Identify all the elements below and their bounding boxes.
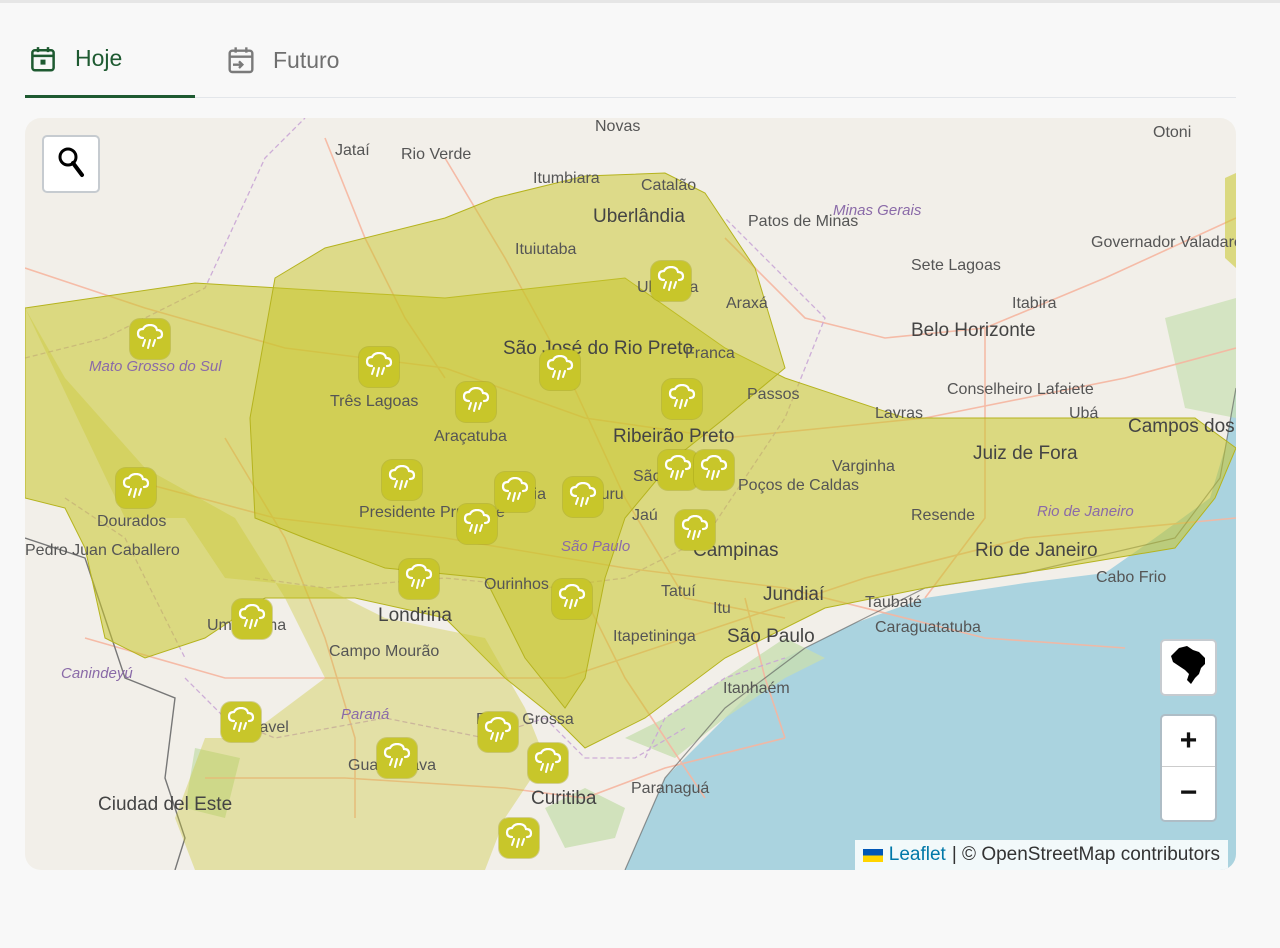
- rain-cloud-icon: [365, 351, 393, 383]
- search-icon: [57, 146, 85, 183]
- rain-cloud-icon: [463, 508, 491, 540]
- tab-futuro-label: Futuro: [273, 46, 340, 73]
- rain-cloud-icon: [136, 323, 164, 355]
- rain-alert-marker[interactable]: [662, 379, 702, 419]
- rain-alert-marker[interactable]: [116, 468, 156, 508]
- rain-cloud-icon: [668, 383, 696, 415]
- rain-cloud-icon: [122, 472, 150, 504]
- rain-cloud-icon: [405, 563, 433, 595]
- rain-alert-marker[interactable]: [694, 450, 734, 490]
- rain-alert-marker[interactable]: [221, 702, 261, 742]
- rain-alert-marker[interactable]: [359, 347, 399, 387]
- rain-alert-marker[interactable]: [651, 261, 691, 301]
- tab-hoje-label: Hoje: [75, 45, 123, 71]
- period-tabs: Hoje Futuro: [25, 22, 1236, 98]
- map-base-layer: [25, 118, 1236, 870]
- rain-cloud-icon: [546, 354, 574, 386]
- top-divider: [0, 0, 1280, 3]
- weather-alert-map[interactable]: Novas Otoni Jataí Rio Verde Itumbiara Catalão…: [25, 118, 1236, 870]
- rain-cloud-icon: [388, 464, 416, 496]
- rain-alert-marker[interactable]: [232, 599, 272, 639]
- rain-cloud-icon: [569, 481, 597, 513]
- rain-alert-marker[interactable]: [495, 472, 535, 512]
- rain-alert-marker[interactable]: [499, 818, 539, 858]
- rain-alert-marker[interactable]: [377, 738, 417, 778]
- map-attribution: Leaflet | © OpenStreetMap contributors: [854, 840, 1228, 870]
- zoom-in-button[interactable]: +: [1162, 716, 1215, 767]
- zoom-out-button[interactable]: −: [1162, 767, 1215, 818]
- rain-alert-marker[interactable]: [563, 477, 603, 517]
- rain-cloud-icon: [238, 603, 266, 635]
- rain-alert-marker[interactable]: [675, 510, 715, 550]
- rain-cloud-icon: [462, 386, 490, 418]
- rain-alert-marker[interactable]: [457, 504, 497, 544]
- brazil-map-icon: [1169, 644, 1209, 691]
- rain-cloud-icon: [505, 822, 533, 854]
- calendar-today-icon: [25, 41, 61, 77]
- rain-cloud-icon: [664, 454, 692, 486]
- rain-alert-marker[interactable]: [658, 450, 698, 490]
- rain-alert-marker[interactable]: [478, 712, 518, 752]
- rain-alert-marker[interactable]: [540, 350, 580, 390]
- search-button[interactable]: [42, 135, 100, 193]
- rain-cloud-icon: [558, 583, 586, 615]
- leaflet-link[interactable]: Leaflet: [889, 844, 946, 866]
- rain-alert-marker[interactable]: [382, 460, 422, 500]
- rain-cloud-icon: [534, 747, 562, 779]
- rain-alert-marker[interactable]: [130, 319, 170, 359]
- osm-attribution-text: | © OpenStreetMap contributors: [951, 844, 1220, 865]
- rain-cloud-icon: [657, 265, 685, 297]
- rain-cloud-icon: [700, 454, 728, 486]
- tab-hoje[interactable]: Hoje: [25, 22, 195, 98]
- tab-futuro[interactable]: Futuro: [223, 22, 403, 98]
- rain-cloud-icon: [501, 476, 529, 508]
- zoom-control: + −: [1160, 714, 1217, 822]
- rain-alert-marker[interactable]: [528, 743, 568, 783]
- rain-cloud-icon: [484, 716, 512, 748]
- ukraine-flag-icon: [862, 848, 883, 862]
- brazil-view-button[interactable]: [1160, 639, 1217, 696]
- rain-cloud-icon: [681, 514, 709, 546]
- rain-cloud-icon: [227, 706, 255, 738]
- rain-alert-marker[interactable]: [552, 579, 592, 619]
- rain-cloud-icon: [383, 742, 411, 774]
- rain-alert-marker[interactable]: [456, 382, 496, 422]
- rain-alert-marker[interactable]: [399, 559, 439, 599]
- calendar-forward-icon: [223, 42, 259, 78]
